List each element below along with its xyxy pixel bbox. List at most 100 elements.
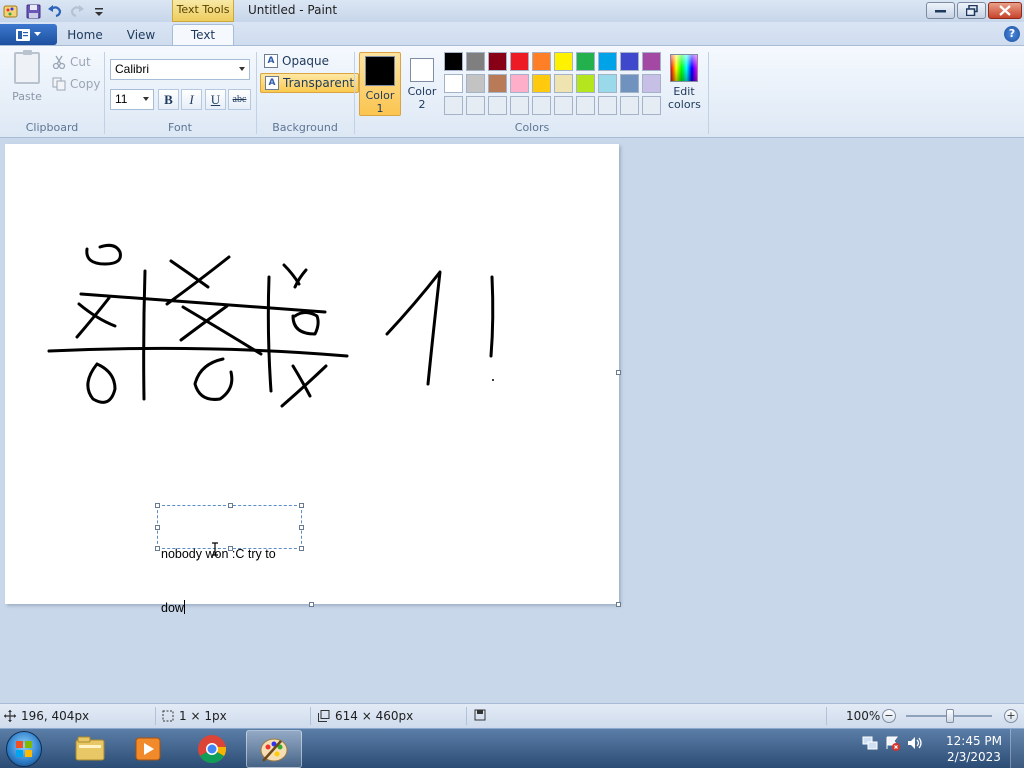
text-box-handle[interactable] bbox=[155, 546, 160, 551]
palette-swatch[interactable] bbox=[598, 52, 617, 71]
palette-swatch[interactable] bbox=[510, 74, 529, 93]
transparent-button[interactable]: A Transparent bbox=[260, 73, 360, 93]
text-box-content[interactable]: nobody won :C try to dow bbox=[161, 509, 299, 653]
color1-label: Color bbox=[365, 89, 395, 102]
taskbar-paint[interactable] bbox=[246, 730, 302, 768]
text-box-handle[interactable] bbox=[299, 525, 304, 530]
taskbar-media-player[interactable] bbox=[120, 730, 176, 768]
copy-icon bbox=[52, 77, 66, 91]
bold-button[interactable]: B bbox=[158, 89, 179, 110]
text-box[interactable]: nobody won :C try to dow bbox=[155, 503, 304, 615]
taskbar-clock[interactable]: 12:45 PM 2/3/2023 bbox=[944, 733, 1004, 765]
undo-icon[interactable] bbox=[46, 2, 64, 20]
drawing-canvas[interactable]: nobody won :C try to dow bbox=[5, 144, 621, 615]
palette-empty-swatch[interactable] bbox=[510, 96, 529, 115]
palette-swatch[interactable] bbox=[444, 74, 463, 93]
status-divider bbox=[310, 707, 311, 725]
group-divider bbox=[708, 52, 709, 134]
volume-icon[interactable] bbox=[906, 735, 924, 751]
underline-button[interactable]: U bbox=[205, 89, 226, 110]
color1-swatch bbox=[365, 56, 395, 86]
chrome-icon bbox=[198, 735, 227, 763]
edit-colors-button[interactable]: Edit colors bbox=[668, 52, 701, 116]
palette-empty-swatch[interactable] bbox=[488, 96, 507, 115]
canvas-resize-handle-bottom[interactable] bbox=[309, 602, 314, 607]
taskbar-chrome[interactable] bbox=[184, 730, 240, 768]
title-bar: Text Tools Untitled - Paint bbox=[0, 0, 1024, 22]
folder-icon bbox=[75, 736, 105, 761]
palette-empty-swatch[interactable] bbox=[620, 96, 639, 115]
zoom-in-button[interactable]: + bbox=[1004, 709, 1018, 723]
color1-button[interactable]: Color 1 bbox=[359, 52, 401, 116]
palette-swatch[interactable] bbox=[554, 74, 573, 93]
palette-swatch[interactable] bbox=[466, 52, 485, 71]
palette-swatch[interactable] bbox=[488, 74, 507, 93]
canvas-resize-handle-right[interactable] bbox=[616, 370, 621, 375]
palette-swatch[interactable] bbox=[554, 52, 573, 71]
color2-button[interactable]: Color 2 bbox=[404, 52, 440, 116]
paint-menu-button[interactable] bbox=[0, 24, 57, 45]
palette-swatch[interactable] bbox=[444, 52, 463, 71]
close-icon bbox=[999, 5, 1011, 16]
text-box-handle[interactable] bbox=[155, 503, 160, 508]
text-box-handle[interactable] bbox=[299, 546, 304, 551]
save-icon[interactable] bbox=[24, 2, 42, 20]
text-box-handle[interactable] bbox=[228, 503, 233, 508]
clipboard-group-label: Clipboard bbox=[25, 121, 79, 134]
text-box-handle[interactable] bbox=[155, 525, 160, 530]
paint-app-icon[interactable] bbox=[2, 2, 20, 20]
font-family-select[interactable]: Calibri bbox=[110, 59, 250, 80]
palette-swatch[interactable] bbox=[642, 74, 661, 93]
palette-swatch[interactable] bbox=[576, 74, 595, 93]
chevron-down-icon bbox=[239, 67, 245, 71]
restore-button[interactable] bbox=[957, 2, 986, 19]
edit-colors-label-b: colors bbox=[668, 98, 701, 111]
customize-toolbar-icon[interactable] bbox=[90, 2, 108, 20]
group-divider bbox=[354, 52, 355, 134]
palette-empty-swatch[interactable] bbox=[466, 96, 485, 115]
palette-empty-swatch[interactable] bbox=[642, 96, 661, 115]
minimize-button[interactable] bbox=[926, 2, 955, 19]
palette-swatch[interactable] bbox=[488, 52, 507, 71]
palette-swatch[interactable] bbox=[620, 52, 639, 71]
palette-empty-swatch[interactable] bbox=[532, 96, 551, 115]
palette-swatch[interactable] bbox=[576, 52, 595, 71]
palette-empty-swatch[interactable] bbox=[598, 96, 617, 115]
palette-swatch[interactable] bbox=[620, 74, 639, 93]
help-icon[interactable]: ? bbox=[1004, 26, 1020, 42]
palette-swatch[interactable] bbox=[532, 52, 551, 71]
zoom-out-button[interactable]: − bbox=[882, 709, 896, 723]
move-cursor-icon bbox=[4, 710, 16, 722]
palette-swatch[interactable] bbox=[642, 52, 661, 71]
text-box-handle[interactable] bbox=[299, 503, 304, 508]
zoom-slider-thumb[interactable] bbox=[946, 709, 954, 723]
status-divider bbox=[466, 707, 467, 725]
palette-swatch[interactable] bbox=[598, 74, 617, 93]
tab-view[interactable]: View bbox=[118, 26, 164, 46]
chevron-down-icon bbox=[34, 32, 41, 36]
font-size-select[interactable]: 11 bbox=[110, 89, 154, 110]
palette-empty-swatch[interactable] bbox=[554, 96, 573, 115]
system-tray bbox=[862, 735, 924, 751]
color1-number: 1 bbox=[376, 102, 384, 115]
copy-label: Copy bbox=[70, 77, 101, 91]
network-icon[interactable] bbox=[862, 735, 878, 751]
redo-icon bbox=[68, 2, 86, 20]
palette-swatch[interactable] bbox=[510, 52, 529, 71]
italic-button[interactable]: I bbox=[181, 89, 202, 110]
canvas-resize-handle-corner[interactable] bbox=[616, 602, 621, 607]
close-button[interactable] bbox=[988, 2, 1022, 19]
palette-empty-swatch[interactable] bbox=[444, 96, 463, 115]
action-center-icon[interactable] bbox=[884, 735, 900, 751]
strikethrough-button[interactable]: abc bbox=[228, 89, 251, 110]
taskbar-explorer[interactable] bbox=[62, 730, 118, 768]
paint-palette-icon bbox=[260, 738, 288, 762]
opaque-button[interactable]: A Opaque bbox=[260, 51, 333, 71]
palette-swatch[interactable] bbox=[466, 74, 485, 93]
show-desktop-button[interactable] bbox=[1010, 729, 1024, 768]
palette-empty-swatch[interactable] bbox=[576, 96, 595, 115]
tab-home[interactable]: Home bbox=[62, 26, 108, 46]
palette-swatch[interactable] bbox=[532, 74, 551, 93]
start-button[interactable] bbox=[6, 731, 42, 767]
selection-icon bbox=[162, 710, 174, 722]
